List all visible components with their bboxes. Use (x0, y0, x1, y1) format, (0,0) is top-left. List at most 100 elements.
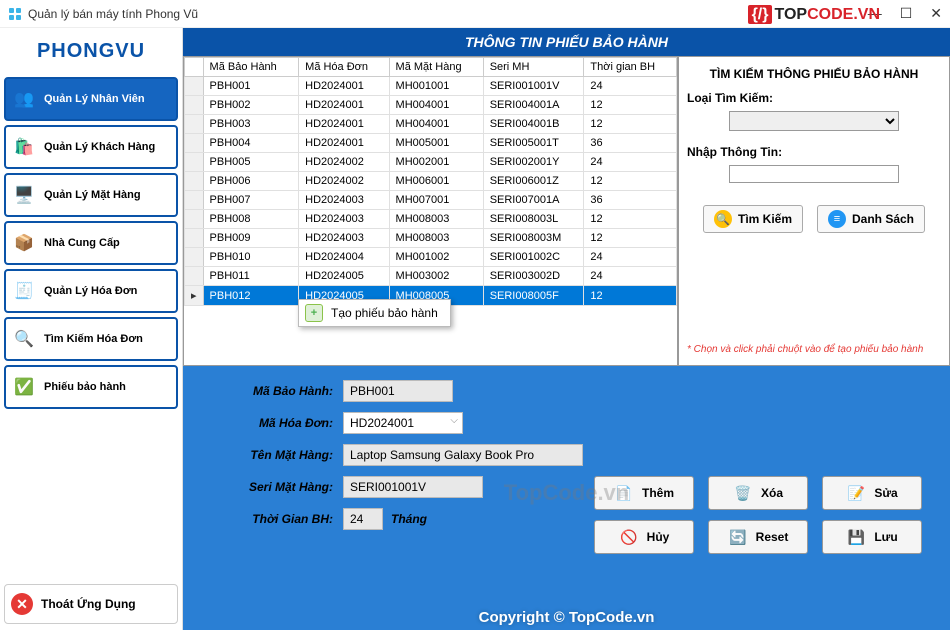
cell[interactable]: PBH011 (203, 267, 299, 286)
row-header[interactable] (185, 77, 204, 96)
row-header[interactable] (185, 248, 204, 267)
cell[interactable]: PBH002 (203, 96, 299, 115)
search-input[interactable] (729, 165, 899, 183)
cell[interactable]: HD2024003 (299, 191, 389, 210)
column-header[interactable]: Mã Mặt Hàng (389, 58, 483, 77)
cell[interactable]: 12 (584, 172, 677, 191)
cell[interactable]: 36 (584, 191, 677, 210)
list-button[interactable]: ≡Danh Sách (817, 205, 925, 233)
cell[interactable]: SERI001002C (483, 248, 584, 267)
cell[interactable]: 24 (584, 267, 677, 286)
sidebar-item-invoices[interactable]: 🧾Quản Lý Hóa Đơn (4, 269, 178, 313)
field-serial[interactable]: SERI001001V (343, 476, 483, 498)
cell[interactable]: PBH005 (203, 153, 299, 172)
column-header[interactable]: Thời gian BH (584, 58, 677, 77)
cell[interactable]: 12 (584, 96, 677, 115)
row-header[interactable]: ▸ (185, 286, 204, 306)
row-header[interactable] (185, 96, 204, 115)
cell[interactable]: MH008003 (389, 229, 483, 248)
cell[interactable]: PBH001 (203, 77, 299, 96)
sidebar-item-suppliers[interactable]: 📦Nhà Cung Cấp (4, 221, 178, 265)
table-row[interactable]: PBH008HD2024003MH008003SERI008003L12 (185, 210, 677, 229)
cell[interactable]: HD2024001 (299, 134, 389, 153)
cell[interactable]: MH007001 (389, 191, 483, 210)
cell[interactable]: 24 (584, 153, 677, 172)
edit-button[interactable]: 📝Sửa (822, 476, 922, 510)
cell[interactable]: SERI006001Z (483, 172, 584, 191)
cell[interactable]: PBH004 (203, 134, 299, 153)
cell[interactable]: MH001001 (389, 77, 483, 96)
row-header[interactable] (185, 134, 204, 153)
close-button[interactable]: ✕ (930, 5, 942, 22)
column-header[interactable]: Seri MH (483, 58, 584, 77)
cell[interactable]: SERI008003L (483, 210, 584, 229)
column-header[interactable]: Mã Bảo Hành (203, 58, 299, 77)
cell[interactable]: 12 (584, 286, 677, 306)
cell[interactable]: MH006001 (389, 172, 483, 191)
cell[interactable]: PBH008 (203, 210, 299, 229)
save-button[interactable]: 💾Lưu (822, 520, 922, 554)
cell[interactable]: HD2024002 (299, 172, 389, 191)
field-product[interactable]: Laptop Samsung Galaxy Book Pro (343, 444, 583, 466)
cell[interactable]: PBH003 (203, 115, 299, 134)
table-row[interactable]: PBH001HD2024001MH001001SERI001001V24 (185, 77, 677, 96)
sidebar-item-products[interactable]: 🖥️Quản Lý Mặt Hàng (4, 173, 178, 217)
context-menu[interactable]: + Tạo phiếu bảo hành (298, 299, 451, 327)
cell[interactable]: HD2024005 (299, 267, 389, 286)
cell[interactable]: HD2024001 (299, 96, 389, 115)
sidebar-item-customers[interactable]: 🛍️Quản Lý Khách Hàng (4, 125, 178, 169)
table-row[interactable]: PBH006HD2024002MH006001SERI006001Z12 (185, 172, 677, 191)
row-header[interactable] (185, 191, 204, 210)
cell[interactable]: PBH007 (203, 191, 299, 210)
cell[interactable]: HD2024003 (299, 229, 389, 248)
cell[interactable]: 24 (584, 77, 677, 96)
table-row[interactable]: PBH009HD2024003MH008003SERI008003M12 (185, 229, 677, 248)
cell[interactable]: HD2024002 (299, 153, 389, 172)
cell[interactable]: 12 (584, 229, 677, 248)
table-row[interactable]: PBH003HD2024001MH004001SERI004001B12 (185, 115, 677, 134)
cell[interactable]: HD2024004 (299, 248, 389, 267)
cell[interactable]: MH001002 (389, 248, 483, 267)
sidebar-item-search-invoice[interactable]: 🔍Tìm Kiếm Hóa Đơn (4, 317, 178, 361)
cell[interactable]: 36 (584, 134, 677, 153)
cell[interactable]: MH005001 (389, 134, 483, 153)
row-header[interactable] (185, 229, 204, 248)
exit-button[interactable]: ✕Thoát Ứng Dụng (4, 584, 178, 624)
cell[interactable]: SERI008005F (483, 286, 584, 306)
cell[interactable]: SERI003002D (483, 267, 584, 286)
cell[interactable]: MH002001 (389, 153, 483, 172)
cell[interactable]: MH008003 (389, 210, 483, 229)
cell[interactable]: MH003002 (389, 267, 483, 286)
sidebar-item-warranty[interactable]: ✅Phiếu bảo hành (4, 365, 178, 409)
search-button[interactable]: 🔍Tìm Kiếm (703, 205, 803, 233)
cell[interactable]: SERI005001T (483, 134, 584, 153)
cell[interactable]: 12 (584, 115, 677, 134)
cell[interactable]: HD2024001 (299, 77, 389, 96)
table-row[interactable]: PBH004HD2024001MH005001SERI005001T36 (185, 134, 677, 153)
cell[interactable]: 24 (584, 248, 677, 267)
cell[interactable]: SERI004001A (483, 96, 584, 115)
row-header[interactable] (185, 115, 204, 134)
table-row[interactable]: PBH007HD2024003MH007001SERI007001A36 (185, 191, 677, 210)
cell[interactable]: MH004001 (389, 96, 483, 115)
search-type-select[interactable] (729, 111, 899, 131)
cell[interactable]: HD2024001 (299, 115, 389, 134)
cell[interactable]: SERI007001A (483, 191, 584, 210)
column-header[interactable]: Mã Hóa Đơn (299, 58, 389, 77)
warranty-table[interactable]: Mã Bảo HànhMã Hóa ĐơnMã Mặt HàngSeri MHT… (183, 56, 678, 366)
delete-button[interactable]: 🗑️Xóa (708, 476, 808, 510)
row-header[interactable] (185, 172, 204, 191)
cell[interactable]: SERI002001Y (483, 153, 584, 172)
row-header[interactable] (185, 153, 204, 172)
sidebar-item-staff[interactable]: 👥Quản Lý Nhân Viên (4, 77, 178, 121)
cell[interactable]: PBH006 (203, 172, 299, 191)
cell[interactable]: HD2024003 (299, 210, 389, 229)
field-warranty-code[interactable]: PBH001 (343, 380, 453, 402)
field-invoice[interactable]: HD2024001 (343, 412, 463, 434)
cell[interactable]: PBH010 (203, 248, 299, 267)
maximize-button[interactable]: ☐ (900, 5, 913, 22)
reset-button[interactable]: 🔄Reset (708, 520, 808, 554)
cancel-button[interactable]: 🚫Hủy (594, 520, 694, 554)
cell[interactable]: SERI001001V (483, 77, 584, 96)
add-button[interactable]: 📄Thêm (594, 476, 694, 510)
